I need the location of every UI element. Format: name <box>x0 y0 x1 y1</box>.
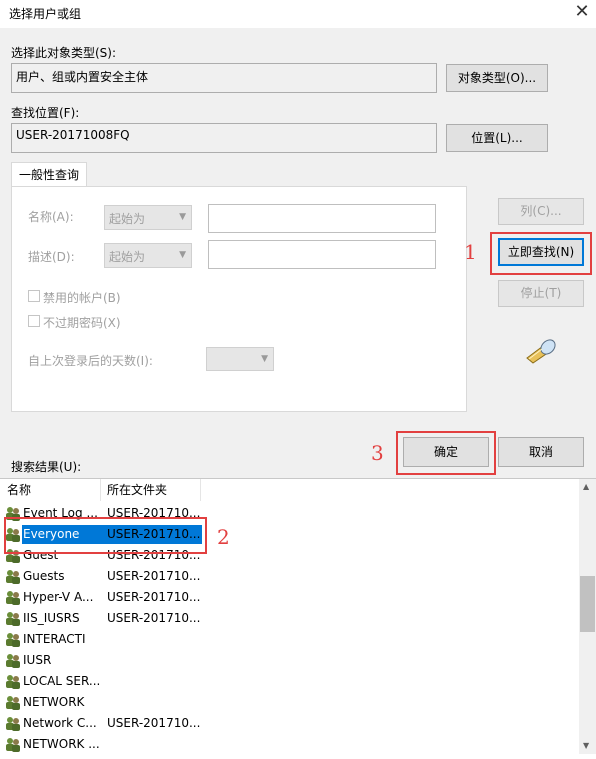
group-icon <box>5 716 21 731</box>
group-icon <box>5 674 21 689</box>
name-input[interactable] <box>208 204 436 233</box>
item-name: LOCAL SER... <box>23 674 101 688</box>
group-icon <box>5 653 21 668</box>
list-item[interactable]: INTERACTI <box>0 629 580 650</box>
annotation-number-2: 2 <box>217 525 230 549</box>
item-name: Network C... <box>23 716 97 730</box>
vertical-scrollbar[interactable]: ▲ ▼ <box>579 479 596 754</box>
ok-button[interactable]: 确定 <box>403 437 489 467</box>
annotation-number-1: 1 <box>464 240 477 264</box>
description-label: 描述(D): <box>28 250 75 264</box>
find-now-button[interactable]: 立即查找(N) <box>498 238 584 266</box>
scroll-down-icon[interactable]: ▼ <box>583 741 589 750</box>
item-name: IUSR <box>23 653 52 667</box>
item-folder: USER-201710... <box>107 611 201 625</box>
item-folder: USER-201710... <box>107 569 201 583</box>
cancel-button[interactable]: 取消 <box>498 437 584 467</box>
columns-button[interactable]: 列(C)... <box>498 198 584 225</box>
name-label: 名称(A): <box>28 210 74 224</box>
item-name: Guests <box>23 569 65 583</box>
title-bar: 选择用户或组 ✕ <box>0 0 596 28</box>
group-icon <box>5 611 21 626</box>
window-title: 选择用户或组 <box>9 7 82 21</box>
item-name: IIS_IUSRS <box>23 611 80 625</box>
column-separator <box>200 479 201 501</box>
annotation-number-3: 3 <box>371 441 384 465</box>
search-flashlight-icon <box>523 336 557 364</box>
name-combo[interactable]: 起始为 ▼ <box>104 205 192 230</box>
object-type-label: 选择此对象类型(S): <box>11 46 117 60</box>
item-name: NETWORK ... <box>23 737 100 751</box>
non-expiring-password-label: 不过期密码(X) <box>43 316 121 330</box>
non-expiring-password-checkbox[interactable] <box>28 315 40 327</box>
group-icon <box>5 590 21 605</box>
list-item[interactable]: NETWORK <box>0 692 580 713</box>
locations-button[interactable]: 位置(L)... <box>446 124 548 152</box>
item-name: INTERACTI <box>23 632 86 646</box>
item-name: Hyper-V A... <box>23 590 94 604</box>
column-header-folder[interactable]: 所在文件夹 <box>107 479 167 501</box>
list-item[interactable]: Guests USER-201710... <box>0 566 580 587</box>
group-icon <box>5 695 21 710</box>
chevron-down-icon: ▼ <box>179 212 186 222</box>
search-results-label: 搜索结果(U): <box>11 460 82 474</box>
scrollbar-thumb[interactable] <box>580 576 595 632</box>
tab-common-queries[interactable]: 一般性查询 <box>11 162 87 188</box>
group-icon <box>5 569 21 584</box>
annotation-box-2 <box>4 517 207 554</box>
list-item[interactable]: NETWORK ... <box>0 734 580 755</box>
disabled-accounts-label: 禁用的帐户(B) <box>43 291 121 305</box>
list-item[interactable]: IUSR <box>0 650 580 671</box>
close-icon[interactable]: ✕ <box>570 2 594 24</box>
stop-button[interactable]: 停止(T) <box>498 280 584 307</box>
chevron-down-icon: ▼ <box>261 354 268 364</box>
days-since-logon-label: 自上次登录后的天数(I): <box>28 354 153 368</box>
scroll-up-icon[interactable]: ▲ <box>583 482 589 491</box>
description-input[interactable] <box>208 240 436 269</box>
select-users-dialog: 选择用户或组 ✕ 选择此对象类型(S): 用户、组或内置安全主体 对象类型(O)… <box>0 0 596 478</box>
description-combo-value: 起始为 <box>109 250 146 264</box>
object-types-button[interactable]: 对象类型(O)... <box>446 64 548 92</box>
list-item[interactable]: IIS_IUSRS USER-201710... <box>0 608 580 629</box>
chevron-down-icon: ▼ <box>179 250 186 260</box>
column-separator <box>100 479 101 501</box>
description-combo[interactable]: 起始为 ▼ <box>104 243 192 268</box>
disabled-accounts-checkbox[interactable] <box>28 290 40 302</box>
list-item[interactable]: LOCAL SER... <box>0 671 580 692</box>
location-field: USER-20171008FQ <box>11 123 437 153</box>
column-header-name[interactable]: 名称 <box>7 479 31 501</box>
item-folder: USER-201710... <box>107 716 201 730</box>
location-label: 查找位置(F): <box>11 106 80 120</box>
group-icon <box>5 737 21 752</box>
item-folder: USER-201710... <box>107 590 201 604</box>
list-item[interactable]: Network C... USER-201710... <box>0 713 580 734</box>
name-combo-value: 起始为 <box>109 212 146 226</box>
list-item[interactable]: Hyper-V A... USER-201710... <box>0 587 580 608</box>
group-icon <box>5 632 21 647</box>
item-name: NETWORK <box>23 695 85 709</box>
object-type-field: 用户、组或内置安全主体 <box>11 63 437 93</box>
days-since-logon-combo[interactable]: ▼ <box>206 347 274 371</box>
